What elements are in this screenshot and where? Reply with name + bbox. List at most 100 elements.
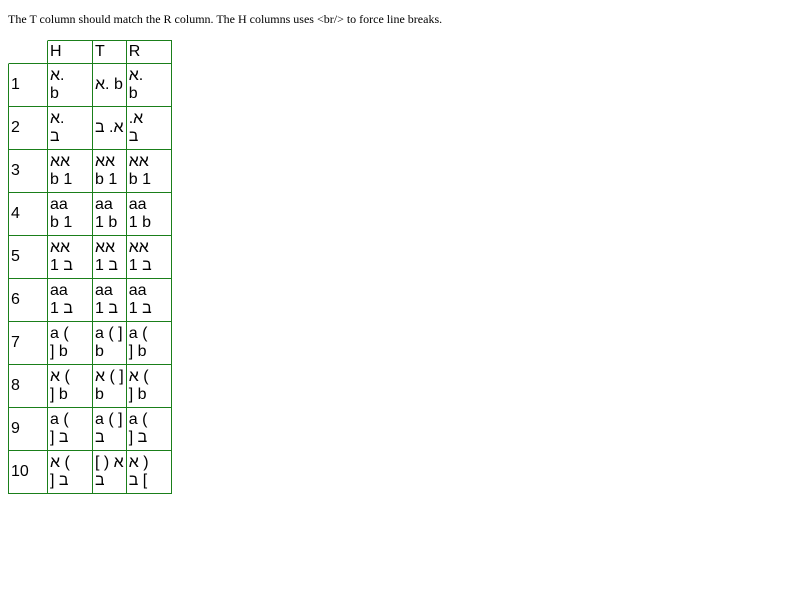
cell-t-line: a ( ]	[95, 325, 123, 342]
cell-r-line: aa	[128, 196, 147, 213]
cell-t: aa ב 1	[93, 279, 127, 322]
cell-h-line: ] b	[50, 386, 68, 403]
cell-r-line: ב 1	[128, 300, 152, 317]
cell-h-line: aa	[50, 196, 68, 213]
cell-h-line: ] ב	[50, 472, 69, 489]
cell-t: אא b 1	[93, 150, 127, 193]
cell-t: א. ב	[93, 107, 127, 150]
cell-t-line: b 1	[95, 171, 118, 188]
table-row: 3 אא b 1 אא b 1 אא b 1	[8, 150, 172, 193]
cell-r: א (] b	[126, 365, 172, 408]
row-number: 10	[8, 451, 48, 494]
cell-r: aa 1 b	[126, 193, 172, 236]
cell-h-line: a (	[50, 411, 69, 428]
row-number: 6	[8, 279, 48, 322]
cell-r-line: ] b	[128, 386, 147, 403]
cell-r-line: אא	[128, 153, 149, 170]
cell-t-line: b	[95, 386, 104, 403]
cell-r-line: .א	[128, 110, 144, 127]
cell-h-line: b 1	[50, 171, 73, 188]
cell-h-line: אא	[50, 153, 71, 170]
intro-text: The T column should match the R column. …	[8, 12, 443, 26]
cell-h-line: א (	[50, 368, 70, 385]
cell-t-line: א. b	[95, 76, 123, 93]
cell-h-line: ב 1	[50, 257, 73, 274]
cell-r-line: א )	[128, 454, 149, 471]
cell-h: a (] ב	[48, 408, 93, 451]
header-r: R	[126, 40, 172, 64]
table-row: 7a (] ba ( ] b a (] b	[8, 322, 172, 365]
cell-h: aa ב 1	[48, 279, 93, 322]
cell-r-line: aa	[128, 282, 147, 299]
cell-r-line: b 1	[128, 171, 151, 188]
cell-r-line: ב [	[128, 472, 148, 489]
cell-h: אא ב 1	[48, 236, 93, 279]
cell-h: a (] b	[48, 322, 93, 365]
cell-r: אא ב 1	[126, 236, 172, 279]
cell-r: אא b 1	[126, 150, 172, 193]
cell-h-line: ב 1	[50, 300, 73, 317]
header-h: H	[48, 40, 93, 64]
cell-r: a (] ב	[126, 408, 172, 451]
row-number: 7	[8, 322, 48, 365]
cell-r-line: 1 b	[128, 214, 151, 231]
cell-t: aa 1 b	[93, 193, 127, 236]
cell-h-line: א (	[50, 454, 70, 471]
row-number: 4	[8, 193, 48, 236]
cell-t-line: ב	[95, 429, 105, 446]
cell-r-line: a (	[128, 325, 148, 342]
cell-r-line: ב	[128, 128, 139, 145]
cell-r-line: ] b	[128, 343, 147, 360]
cell-r-line: א (	[128, 368, 149, 385]
cell-t-line: ב 1	[95, 257, 118, 274]
cell-t-line: b	[95, 343, 104, 360]
header-row: H T R	[8, 40, 172, 64]
header-blank-cell	[8, 40, 48, 64]
cell-r-line: a (	[128, 411, 148, 428]
cell-h-line: ] b	[50, 343, 68, 360]
table-row: 6 aa ב 1 aa ב 1 aa ב 1	[8, 279, 172, 322]
cell-h: aa b 1	[48, 193, 93, 236]
cell-h-line: א.	[50, 67, 65, 84]
table-row: 10 א (] ב [ ) אבא ) ב [	[8, 451, 172, 494]
row-number: 3	[8, 150, 48, 193]
table-row: 2 א. ב א. ב .א ב	[8, 107, 172, 150]
cell-r-line: b	[128, 85, 138, 102]
cell-h: א. b	[48, 64, 93, 107]
cell-t: a ( ] b	[93, 322, 127, 365]
cell-r: א. b	[126, 64, 172, 107]
row-number: 9	[8, 408, 48, 451]
cell-t-line: א ( ]	[95, 368, 124, 385]
cell-h: א. ב	[48, 107, 93, 150]
cell-t-line: א. ב	[95, 119, 124, 136]
header-t: T	[93, 40, 127, 64]
cell-h-line: ] ב	[50, 429, 69, 446]
table-row: 1 א. b א. b א. b	[8, 64, 172, 107]
cell-r-line: ] ב	[128, 429, 148, 446]
table-row: 8א (] bא ( ] b א (] b	[8, 365, 172, 408]
row-number: 8	[8, 365, 48, 408]
table-row: 5 אא ב 1 אא ב 1 אא ב 1	[8, 236, 172, 279]
cell-h-line: אא	[50, 239, 71, 256]
cell-t: [ ) אב	[93, 451, 127, 494]
table-row: 9a (] בa ( ] ב a (] ב	[8, 408, 172, 451]
cell-h-line: א.	[50, 110, 65, 127]
cell-t-line: aa	[95, 282, 113, 299]
cell-r-line: א.	[128, 67, 144, 84]
cell-t-line: אא	[95, 239, 116, 256]
cell-h-line: b	[50, 85, 59, 102]
cell-r-line: ב 1	[128, 257, 152, 274]
row-number: 2	[8, 107, 48, 150]
cell-t-line: ב 1	[95, 300, 118, 317]
cell-r: א ) ב [	[126, 451, 172, 494]
cell-t-line: אא	[95, 153, 116, 170]
table-row: 4 aa b 1 aa 1 b aa 1 b	[8, 193, 172, 236]
cell-t: a ( ] ב	[93, 408, 127, 451]
cell-t-line: 1 b	[95, 214, 118, 231]
cell-h-line: a (	[50, 325, 69, 342]
cell-h: אא b 1	[48, 150, 93, 193]
cell-t: א ( ] b	[93, 365, 127, 408]
cell-h-line: aa	[50, 282, 68, 299]
cell-t-line: a ( ]	[95, 411, 123, 428]
cell-h-line: ב	[50, 128, 60, 145]
